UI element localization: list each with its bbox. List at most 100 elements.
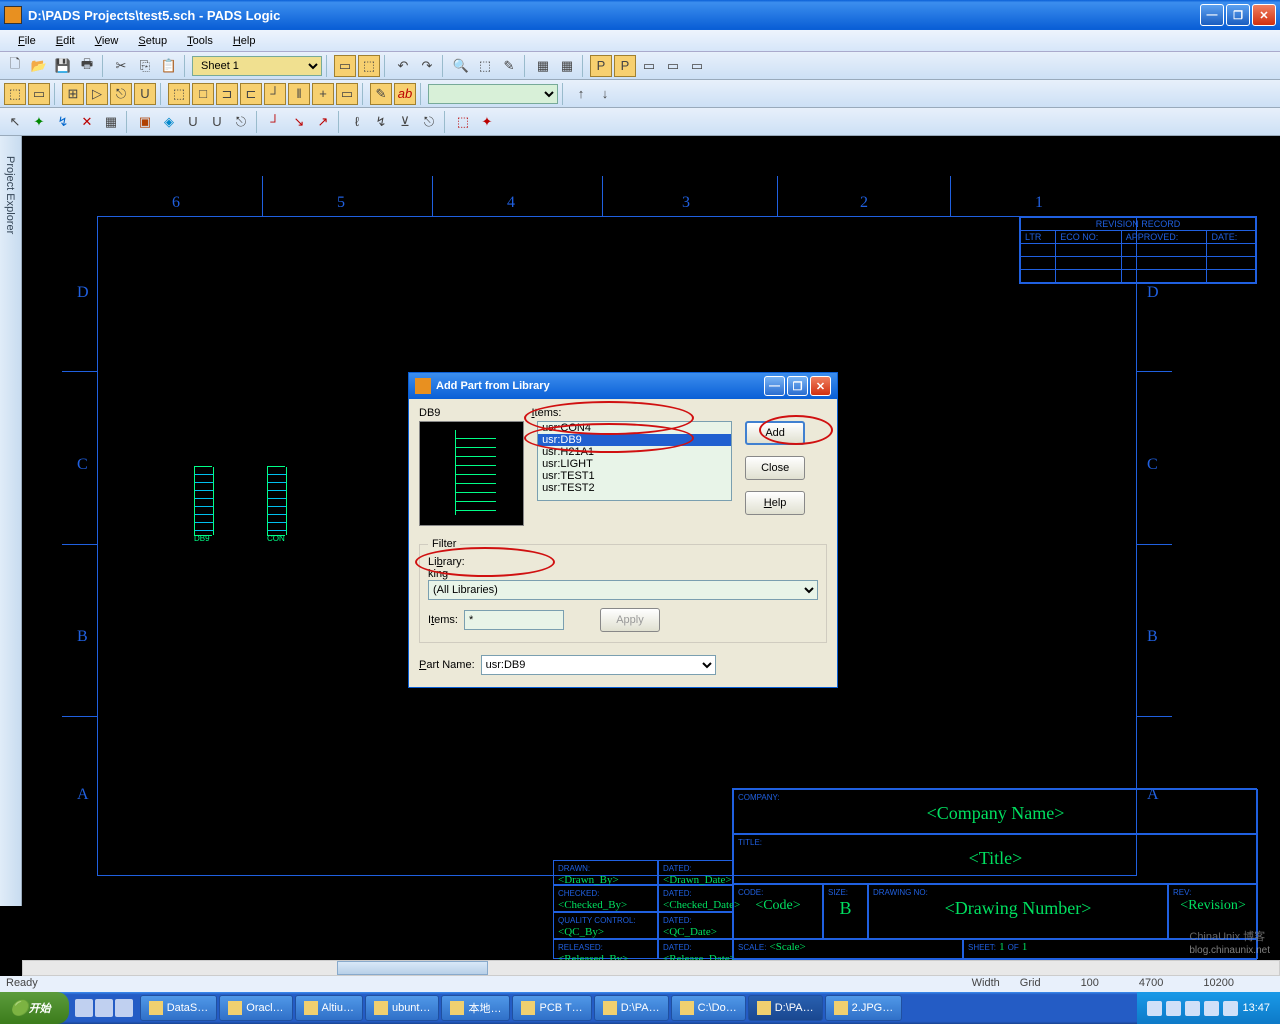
report2-icon[interactable]: ▦: [556, 55, 578, 77]
tb2-10-icon[interactable]: ⊏: [240, 83, 262, 105]
tb3-6-icon[interactable]: ▣: [134, 111, 156, 133]
items-listbox[interactable]: usr:CON4 usr:DB9 usr:H21A1 usr:LIGHT usr…: [537, 421, 732, 501]
menu-view[interactable]: View: [85, 33, 129, 49]
task-button[interactable]: Altiu…: [295, 995, 363, 1021]
tb3-9-icon[interactable]: U: [206, 111, 228, 133]
partname-select[interactable]: usr:DB9: [481, 655, 716, 675]
dialog-max-button[interactable]: ❐: [787, 376, 808, 396]
list-item[interactable]: usr:TEST1: [538, 470, 731, 482]
minimize-button[interactable]: —: [1200, 4, 1224, 26]
tray-icon[interactable]: [1185, 1001, 1200, 1016]
new-icon[interactable]: 🗋: [4, 55, 26, 77]
tb3-10-icon[interactable]: ⎋: [230, 111, 252, 133]
menu-edit[interactable]: Edit: [46, 33, 85, 49]
system-tray[interactable]: 13:47: [1137, 992, 1280, 1024]
tb3-16-icon[interactable]: ⊻: [394, 111, 416, 133]
menu-tools[interactable]: Tools: [177, 33, 223, 49]
list-item[interactable]: usr:H21A1: [538, 446, 731, 458]
select-icon[interactable]: ▭: [334, 55, 356, 77]
restore-button[interactable]: ❐: [1226, 4, 1250, 26]
tb3-13-icon[interactable]: ↗: [312, 111, 334, 133]
copy-icon[interactable]: ⎘: [134, 55, 156, 77]
tb3-5-icon[interactable]: ▦: [100, 111, 122, 133]
tb2-7-icon[interactable]: ⬚: [168, 83, 190, 105]
tb2-14-icon[interactable]: ▭: [336, 83, 358, 105]
cut-icon[interactable]: ✂: [110, 55, 132, 77]
task-button[interactable]: 本地…: [441, 995, 510, 1021]
close-button[interactable]: ✕: [1252, 4, 1276, 26]
add-button[interactable]: Add: [745, 421, 805, 445]
tb3-12-icon[interactable]: ↘: [288, 111, 310, 133]
dialog-titlebar[interactable]: Add Part from Library — ❐ ✕: [409, 373, 837, 399]
design-icon[interactable]: ⬚: [358, 55, 380, 77]
part-con-1[interactable]: [267, 466, 285, 536]
refresh-icon[interactable]: ⬚: [474, 55, 496, 77]
close-button[interactable]: Close: [745, 456, 805, 480]
dialog-min-button[interactable]: —: [764, 376, 785, 396]
tb3-19-icon[interactable]: ✦: [476, 111, 498, 133]
tb3-15-icon[interactable]: ↯: [370, 111, 392, 133]
tb3-14-icon[interactable]: ℓ: [346, 111, 368, 133]
tb2-8-icon[interactable]: □: [192, 83, 214, 105]
tb2-1-icon[interactable]: ⬚: [4, 83, 26, 105]
part-db9-1[interactable]: [194, 466, 212, 536]
library-select[interactable]: (All Libraries): [428, 580, 818, 600]
task-button[interactable]: D:\PA…: [594, 995, 669, 1021]
tb3-11-icon[interactable]: ┘: [264, 111, 286, 133]
ole1-icon[interactable]: ▭: [638, 55, 660, 77]
tray-icon[interactable]: [1204, 1001, 1219, 1016]
task-button[interactable]: DataS…: [140, 995, 218, 1021]
tb2-15-icon[interactable]: ✎: [370, 83, 392, 105]
list-item[interactable]: usr:LIGHT: [538, 458, 731, 470]
tb2-11-icon[interactable]: ┘: [264, 83, 286, 105]
tb2-5-icon[interactable]: ⎋: [110, 83, 132, 105]
tb2-combo[interactable]: [428, 84, 558, 104]
tb2-3-icon[interactable]: ⊞: [62, 83, 84, 105]
tb2-9-icon[interactable]: ⊐: [216, 83, 238, 105]
sidebar[interactable]: Project Explorer: [0, 136, 22, 906]
tray-icon[interactable]: [1223, 1001, 1238, 1016]
clock[interactable]: 13:47: [1242, 1002, 1270, 1014]
ole3-icon[interactable]: ▭: [686, 55, 708, 77]
tray-icon[interactable]: [1166, 1001, 1181, 1016]
help-button[interactable]: Help: [745, 491, 805, 515]
sheet-select[interactable]: Sheet 1: [192, 56, 322, 76]
tb2-12-icon[interactable]: ‖: [288, 83, 310, 105]
tb2-2-icon[interactable]: ▭: [28, 83, 50, 105]
ql-icon[interactable]: [115, 999, 133, 1017]
ql-icon[interactable]: [75, 999, 93, 1017]
options-icon[interactable]: ✎: [498, 55, 520, 77]
tb3-2-icon[interactable]: ✦: [28, 111, 50, 133]
ole2-icon[interactable]: ▭: [662, 55, 684, 77]
save-icon[interactable]: 💾: [52, 55, 74, 77]
task-button[interactable]: PCB T…: [512, 995, 591, 1021]
tb2-6-icon[interactable]: U: [134, 83, 156, 105]
pads2-icon[interactable]: P: [614, 55, 636, 77]
list-item[interactable]: usr:CON4: [538, 422, 731, 434]
tb3-7-icon[interactable]: ◈: [158, 111, 180, 133]
menu-file[interactable]: File: [8, 33, 46, 49]
redo-icon[interactable]: ↷: [416, 55, 438, 77]
tb3-1-icon[interactable]: ↖: [4, 111, 26, 133]
items-filter-input[interactable]: [464, 610, 564, 630]
list-item[interactable]: usr:TEST2: [538, 482, 731, 494]
pads1-icon[interactable]: P: [590, 55, 612, 77]
tb3-8-icon[interactable]: U: [182, 111, 204, 133]
task-button[interactable]: ubunt…: [365, 995, 440, 1021]
zoom-icon[interactable]: 🔍: [450, 55, 472, 77]
paste-icon[interactable]: 📋: [158, 55, 180, 77]
task-button[interactable]: 2.JPG…: [825, 995, 903, 1021]
open-icon[interactable]: 📂: [28, 55, 50, 77]
up-icon[interactable]: ↑: [570, 83, 592, 105]
task-button[interactable]: D:\PA…: [748, 995, 823, 1021]
tb3-17-icon[interactable]: ⎋: [418, 111, 440, 133]
undo-icon[interactable]: ↶: [392, 55, 414, 77]
task-button[interactable]: C:\Do…: [671, 995, 746, 1021]
dialog-close-button[interactable]: ✕: [810, 376, 831, 396]
ql-icon[interactable]: [95, 999, 113, 1017]
menu-help[interactable]: Help: [223, 33, 266, 49]
tray-icon[interactable]: [1147, 1001, 1162, 1016]
tb3-3-icon[interactable]: ↯: [52, 111, 74, 133]
tb2-4-icon[interactable]: ▷: [86, 83, 108, 105]
print-icon[interactable]: 🖶: [76, 55, 98, 77]
